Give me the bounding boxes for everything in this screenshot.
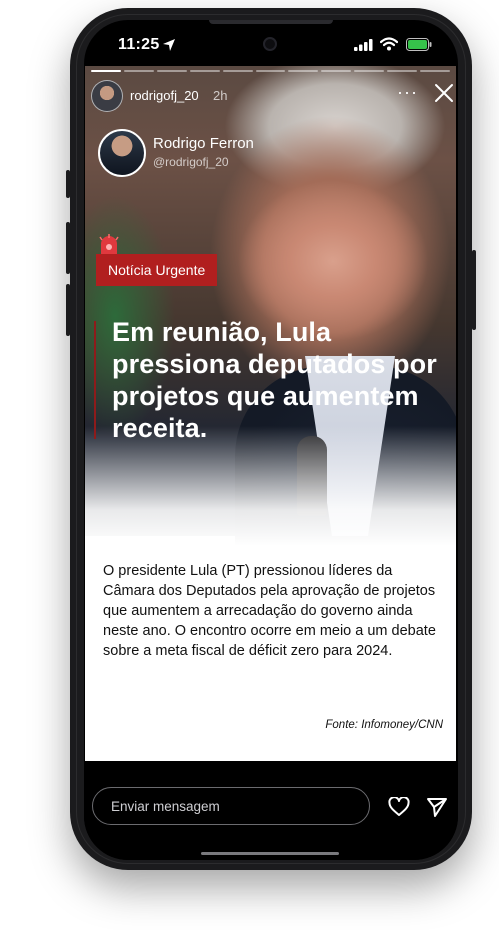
progress-segment xyxy=(321,70,352,72)
phone-screen: 11:25 rodrigofj_20 2h ··· Rodrigo Ferron… xyxy=(84,20,458,860)
story-header: rodrigofj_20 2h ··· xyxy=(85,78,456,118)
progress-segment xyxy=(156,70,187,72)
volume-up-button xyxy=(66,222,70,274)
home-indicator[interactable] xyxy=(201,852,339,855)
headline-accent-line xyxy=(94,321,96,439)
story-username[interactable]: rodrigofj_20 xyxy=(130,88,199,103)
volume-down-button xyxy=(66,284,70,336)
message-placeholder: Enviar mensagem xyxy=(111,799,220,814)
battery-icon xyxy=(406,38,432,51)
status-bar: 11:25 xyxy=(84,20,458,68)
more-options-icon[interactable]: ··· xyxy=(397,82,418,103)
progress-segment xyxy=(222,70,253,72)
progress-segment xyxy=(420,70,450,72)
progress-segment xyxy=(288,70,319,72)
location-arrow-icon xyxy=(163,39,175,51)
progress-segment xyxy=(189,70,220,72)
reply-bar: Enviar mensagem xyxy=(84,761,458,860)
heart-icon[interactable] xyxy=(388,797,410,817)
progress-segment xyxy=(387,70,418,72)
story-age: 2h xyxy=(213,88,228,103)
power-button xyxy=(472,250,476,330)
progress-segment xyxy=(354,70,385,72)
mute-switch xyxy=(66,170,70,198)
profile-avatar xyxy=(98,129,146,177)
profile-handle: @rodrigofj_20 xyxy=(153,155,229,169)
front-camera xyxy=(263,37,277,51)
story-card[interactable]: rodrigofj_20 2h ··· Rodrigo Ferron @rodr… xyxy=(85,66,456,761)
progress-segment xyxy=(91,70,121,72)
progress-segment xyxy=(255,70,286,72)
progress-segment xyxy=(123,70,154,72)
story-headline: Em reunião, Lula pressiona deputados por… xyxy=(112,317,437,443)
status-time: 11:25 xyxy=(118,36,160,53)
photo-fade xyxy=(85,426,456,546)
story-source: Fonte: Infomoney/CNN xyxy=(325,719,443,731)
urgent-news-tag: Notícia Urgente xyxy=(96,254,218,286)
story-body-text: O presidente Lula (PT) pressionou lídere… xyxy=(103,563,436,659)
story-user-avatar[interactable] xyxy=(91,80,123,112)
close-icon[interactable] xyxy=(433,82,455,104)
story-progress-bar xyxy=(91,70,450,72)
message-input[interactable]: Enviar mensagem xyxy=(92,787,370,825)
profile-name: Rodrigo Ferron xyxy=(153,135,254,152)
send-icon[interactable] xyxy=(426,796,448,818)
speaker-grille xyxy=(209,20,333,24)
wifi-icon xyxy=(380,37,398,51)
cellular-signal-icon xyxy=(354,39,373,51)
